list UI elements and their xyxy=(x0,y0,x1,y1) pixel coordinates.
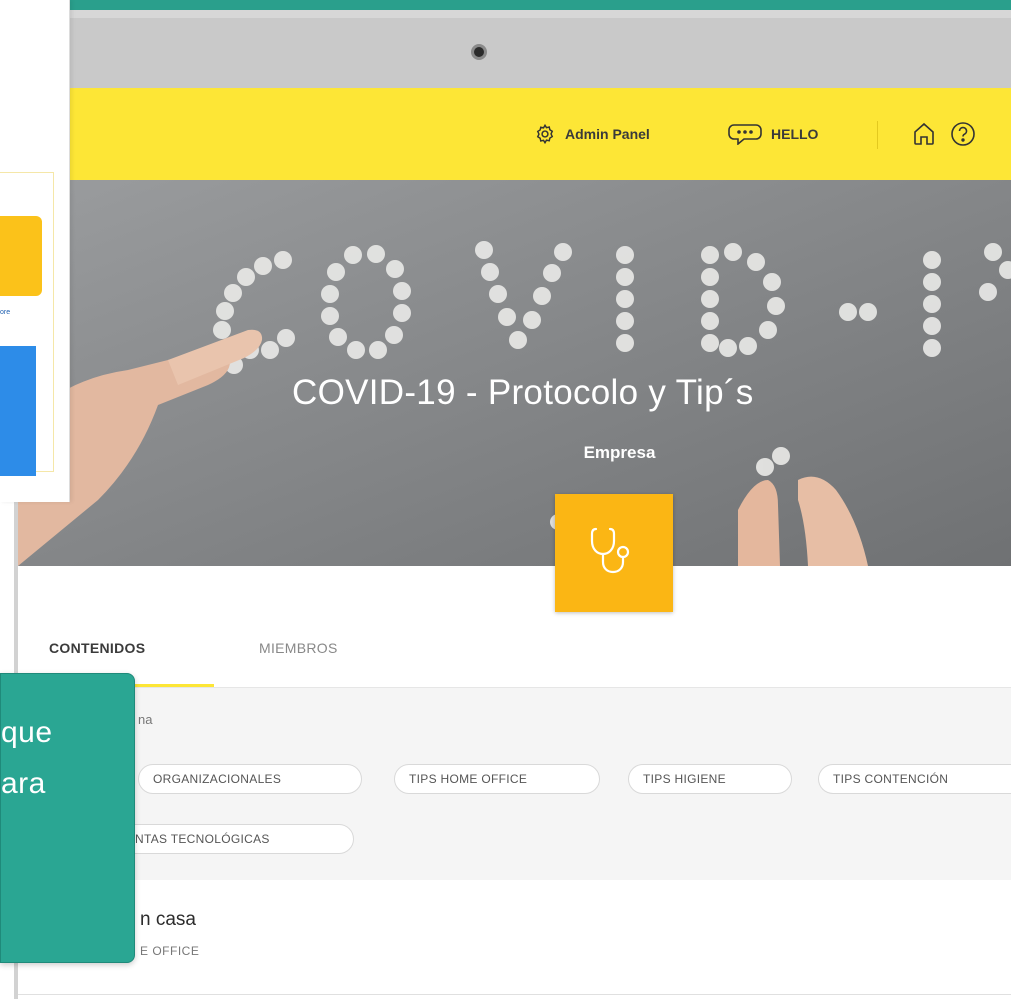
overlay-blue-tile xyxy=(0,346,36,476)
camera-icon xyxy=(471,44,487,60)
tab-contenidos[interactable]: CONTENIDOS xyxy=(49,640,145,656)
app-header: Admin Panel HELLO xyxy=(70,88,1011,180)
filter-chip-organizacionales[interactable]: ORGANIZACIONALES xyxy=(138,764,362,794)
callout-box: que ara xyxy=(0,673,135,963)
filter-chip-herramientas-tecnologicas[interactable]: NTAS TECNOLÓGICAS xyxy=(108,824,354,854)
filter-label: na xyxy=(138,712,153,727)
help-icon[interactable] xyxy=(950,121,976,147)
screenshot-stage: Admin Panel HELLO COVID-19 - Protocolo y… xyxy=(0,0,1011,999)
chat-bubble-icon xyxy=(728,123,762,145)
tab-bar xyxy=(18,566,1011,688)
tab-miembros[interactable]: MIEMBROS xyxy=(259,640,338,656)
admin-panel-label: Admin Panel xyxy=(565,126,650,142)
device-frame-edge xyxy=(70,10,1011,18)
content-category: E OFFICE xyxy=(140,944,200,958)
overlay-yellow-tile xyxy=(0,216,42,296)
group-banner: COVID-19 - Protocolo y Tip´s Empresa xyxy=(18,180,1011,566)
gear-icon xyxy=(534,123,556,145)
stethoscope-icon xyxy=(586,523,642,584)
filter-chip-tips-higiene[interactable]: TIPS HIGIENE xyxy=(628,764,792,794)
admin-panel-link[interactable]: Admin Panel xyxy=(534,121,650,147)
device-bezel xyxy=(70,18,1011,88)
overlay-small-text: ore xyxy=(0,309,11,316)
overlay-screenshot: ore xyxy=(0,0,70,502)
callout-line-1: que xyxy=(1,716,53,749)
content-title: n casa xyxy=(140,909,196,930)
group-subtitle: Empresa xyxy=(583,443,656,462)
header-divider xyxy=(877,121,878,149)
home-icon[interactable] xyxy=(912,121,936,147)
group-title: COVID-19 - Protocolo y Tip´s xyxy=(292,373,754,412)
hello-chat-link[interactable]: HELLO xyxy=(728,121,818,147)
device-frame-top xyxy=(70,0,1011,10)
content-list-item[interactable] xyxy=(18,880,1011,995)
callout-line-2: ara xyxy=(1,767,46,800)
hello-label: HELLO xyxy=(771,126,819,142)
filter-chip-tips-contencion[interactable]: TIPS CONTENCIÓN xyxy=(818,764,1011,794)
group-avatar xyxy=(555,494,673,612)
filter-chip-tips-home-office[interactable]: TIPS HOME OFFICE xyxy=(394,764,600,794)
